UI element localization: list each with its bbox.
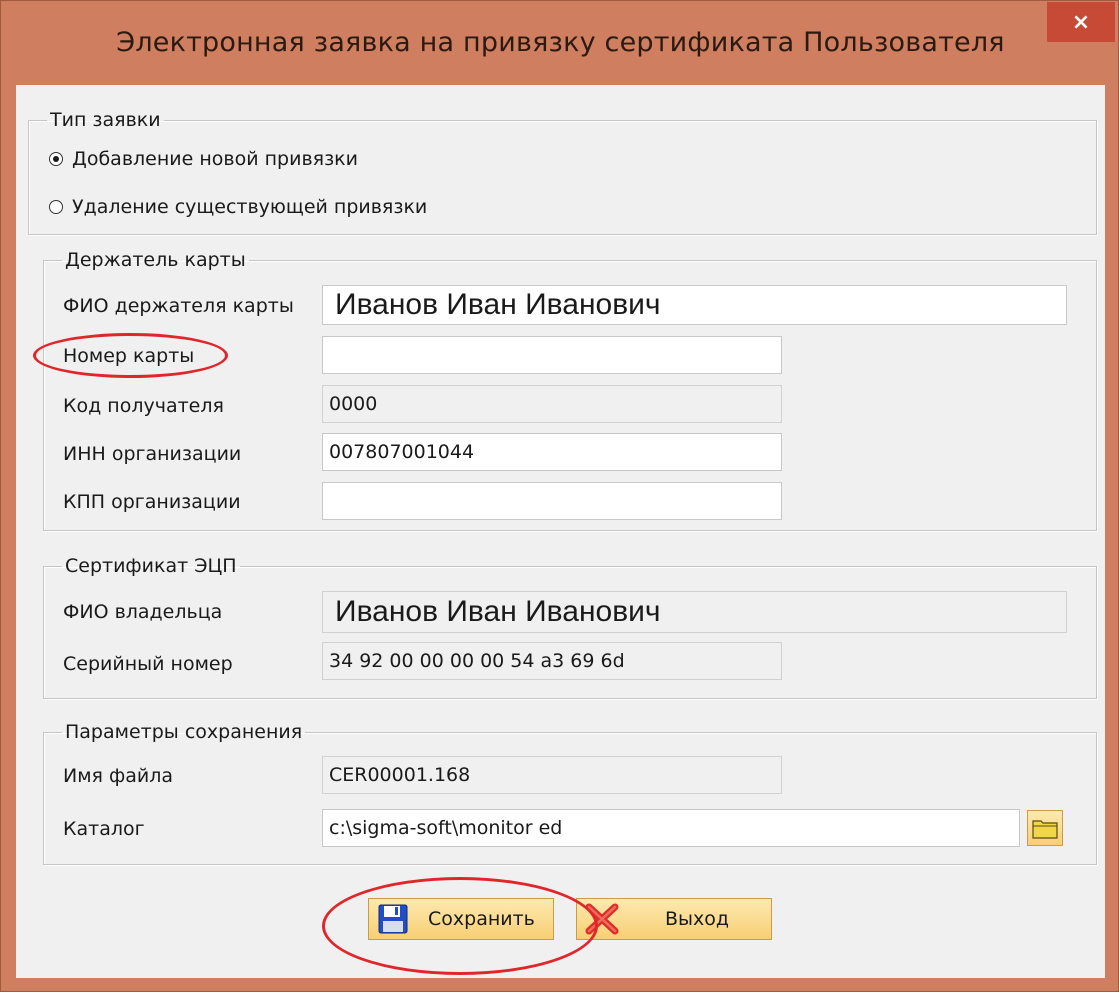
inn-label: ИНН организации	[63, 443, 242, 465]
filename-label: Имя файла	[63, 765, 174, 787]
floppy-disk-icon	[378, 904, 408, 934]
certificate-legend: Сертификат ЭЦП	[65, 555, 237, 577]
card-number-label: Номер карты	[63, 345, 195, 367]
recipient-code-field: 0000	[322, 385, 782, 423]
save-button[interactable]: Сохранить	[368, 898, 554, 940]
folder-icon	[1032, 820, 1058, 839]
browse-folder-button[interactable]	[1027, 810, 1063, 846]
radio-remove-binding[interactable]: Удаление существующей привязки	[49, 196, 427, 218]
radio-add-binding[interactable]: Добавление новой привязки	[49, 148, 358, 170]
title-bar[interactable]: Электронная заявка на привязку сертифика…	[1, 1, 1119, 85]
owner-label: ФИО владельца	[63, 601, 223, 623]
serial-label: Серийный номер	[63, 653, 233, 675]
red-x-icon	[585, 903, 619, 935]
owner-field: Иванов Иван Иванович	[322, 591, 1067, 633]
card-holder-legend: Держатель карты	[65, 249, 246, 271]
holder-name-field[interactable]: Иванов Иван Иванович	[322, 285, 1067, 325]
radio-unselected-icon[interactable]	[49, 200, 63, 214]
card-number-field[interactable]	[322, 336, 782, 374]
exit-button-label: Выход	[665, 908, 730, 930]
recipient-code-label: Код получателя	[63, 395, 224, 417]
kpp-label: КПП организации	[63, 491, 241, 513]
dialog-client-area: Тип заявки Добавление новой привязки Уда…	[16, 85, 1105, 978]
close-icon: ×	[1071, 9, 1091, 35]
directory-label: Каталог	[63, 818, 145, 840]
save-button-label: Сохранить	[428, 908, 535, 930]
radio-selected-icon[interactable]	[49, 152, 63, 166]
window-title: Электронная заявка на привязку сертифика…	[116, 27, 1005, 58]
save-params-legend: Параметры сохранения	[65, 721, 303, 743]
serial-field: 34 92 00 00 00 00 54 a3 69 6d	[322, 642, 782, 680]
filename-field: CER00001.168	[322, 756, 782, 794]
dialog-window: Электронная заявка на привязку сертифика…	[0, 0, 1119, 992]
directory-field[interactable]: c:\sigma-soft\monitor ed	[322, 809, 1020, 847]
inn-field[interactable]: 007807001044	[322, 433, 782, 471]
radio-remove-binding-label: Удаление существующей привязки	[72, 196, 428, 218]
request-type-legend: Тип заявки	[50, 109, 161, 131]
close-button[interactable]: ×	[1047, 2, 1115, 42]
holder-name-label: ФИО держателя карты	[63, 295, 294, 317]
exit-button[interactable]: Выход	[576, 898, 772, 940]
radio-add-binding-label: Добавление новой привязки	[72, 148, 359, 170]
kpp-field[interactable]	[322, 482, 782, 520]
